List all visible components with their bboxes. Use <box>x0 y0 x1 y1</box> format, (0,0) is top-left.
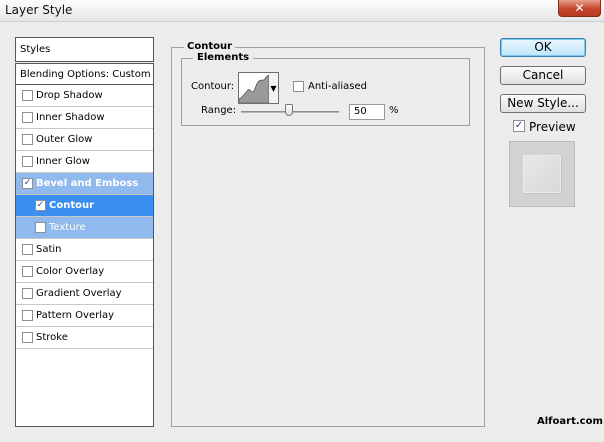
inner-glow-checkbox[interactable] <box>22 156 33 167</box>
style-item-gradient-overlay[interactable]: Gradient Overlay <box>16 283 153 305</box>
caret-down-icon: ▼ <box>270 84 277 93</box>
style-item-stroke[interactable]: Stroke <box>16 327 153 349</box>
contour-panel: Contour Elements Contour: ▼ Anti-aliased… <box>171 41 485 427</box>
range-slider-thumb[interactable] <box>285 104 293 116</box>
style-item-label: Stroke <box>36 332 68 343</box>
cancel-button[interactable]: Cancel <box>500 66 586 85</box>
title-bar: Layer Style ✕ <box>0 0 604 22</box>
style-item-texture[interactable]: Texture <box>16 217 153 239</box>
preview-swatch <box>523 155 561 193</box>
satin-checkbox[interactable] <box>22 244 33 255</box>
outer-glow-checkbox[interactable] <box>22 134 33 145</box>
close-button[interactable]: ✕ <box>558 0 601 17</box>
style-item-drop-shadow[interactable]: Drop Shadow <box>16 85 153 107</box>
style-item-pattern-overlay[interactable]: Pattern Overlay <box>16 305 153 327</box>
window-title: Layer Style <box>5 3 73 17</box>
close-icon: ✕ <box>574 1 585 15</box>
texture-checkbox[interactable] <box>35 222 46 233</box>
styles-header-label: Styles <box>20 44 51 55</box>
blending-options-item[interactable]: Blending Options: Custom <box>15 63 154 85</box>
styles-header[interactable]: Styles <box>15 37 154 62</box>
stroke-checkbox[interactable] <box>22 332 33 343</box>
style-item-label: Bevel and Emboss <box>36 178 139 189</box>
preview-thumbnail <box>509 141 575 207</box>
style-item-label: Outer Glow <box>36 134 93 145</box>
contour-curve-icon <box>238 74 270 104</box>
styles-list: Drop Shadow Inner Shadow Outer Glow Inne… <box>15 85 154 427</box>
style-item-bevel-and-emboss[interactable]: ✓ Bevel and Emboss <box>16 173 153 195</box>
style-item-label: Contour <box>49 200 95 211</box>
range-label: Range: <box>201 105 237 116</box>
elements-group-title: Elements <box>193 52 254 63</box>
drop-shadow-checkbox[interactable] <box>22 90 33 101</box>
style-item-inner-shadow[interactable]: Inner Shadow <box>16 107 153 129</box>
anti-aliased-checkbox[interactable] <box>293 81 304 92</box>
preview-label: Preview <box>529 120 576 134</box>
new-style-button[interactable]: New Style... <box>500 94 586 113</box>
inner-shadow-checkbox[interactable] <box>22 112 33 123</box>
style-item-label: Gradient Overlay <box>36 288 122 299</box>
style-item-label: Pattern Overlay <box>36 310 115 321</box>
gradient-overlay-checkbox[interactable] <box>22 288 33 299</box>
style-item-label: Drop Shadow <box>36 90 103 101</box>
contour-label: Contour: <box>191 81 235 92</box>
style-item-contour[interactable]: ✓ Contour <box>16 195 153 217</box>
range-input[interactable]: 50 <box>349 104 385 120</box>
contour-checkbox[interactable]: ✓ <box>35 200 46 211</box>
blending-options-label: Blending Options: Custom <box>20 69 151 80</box>
range-unit: % <box>389 105 399 116</box>
section-title: Contour <box>184 41 236 52</box>
color-overlay-checkbox[interactable] <box>22 266 33 277</box>
style-item-color-overlay[interactable]: Color Overlay <box>16 261 153 283</box>
bevel-emboss-checkbox[interactable]: ✓ <box>22 178 33 189</box>
contour-picker[interactable] <box>238 72 270 104</box>
style-item-label: Satin <box>36 244 62 255</box>
preview-checkbox[interactable]: ✓ <box>513 120 525 132</box>
style-item-label: Texture <box>49 222 86 233</box>
pattern-overlay-checkbox[interactable] <box>22 310 33 321</box>
style-item-inner-glow[interactable]: Inner Glow <box>16 151 153 173</box>
style-item-label: Inner Shadow <box>36 112 105 123</box>
watermark: Alfoart.com <box>537 416 603 427</box>
ok-button[interactable]: OK <box>500 38 586 57</box>
style-item-label: Inner Glow <box>36 156 90 167</box>
style-item-outer-glow[interactable]: Outer Glow <box>16 129 153 151</box>
anti-aliased-label: Anti-aliased <box>308 81 368 92</box>
style-item-satin[interactable]: Satin <box>16 239 153 261</box>
contour-dropdown-arrow[interactable]: ▼ <box>269 72 279 104</box>
style-item-label: Color Overlay <box>36 266 105 277</box>
